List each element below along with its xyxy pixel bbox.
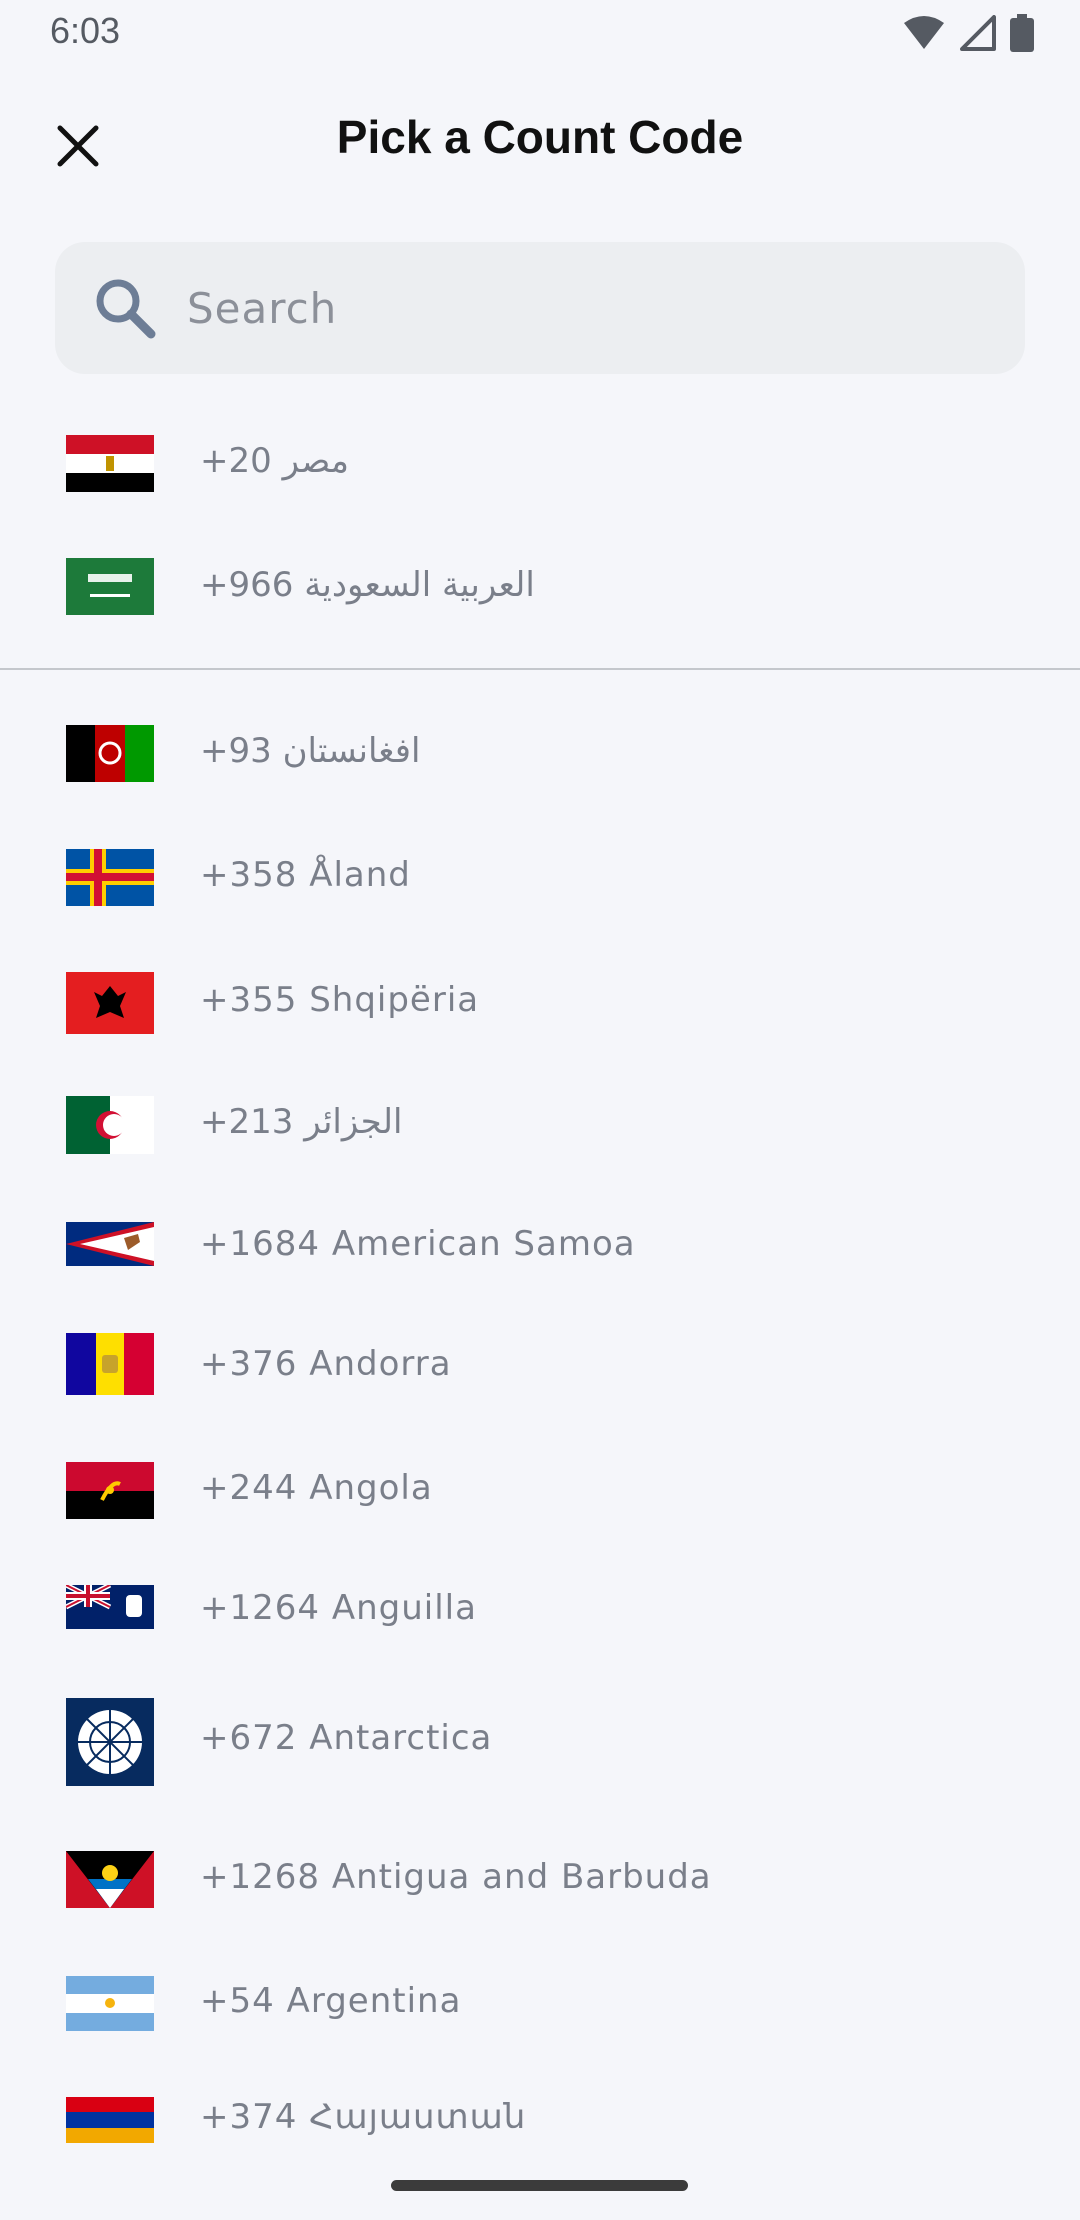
header: Pick a Count Code (0, 96, 1080, 186)
country-label: +376 Andorra (200, 1344, 452, 1384)
country-label: +966 العربية السعودية (200, 565, 535, 605)
angola-flag-icon (66, 1462, 154, 1519)
country-row-angola[interactable]: +244 Angola (0, 1435, 1080, 1545)
antarctica-flag-icon (66, 1698, 154, 1786)
status-icons (902, 14, 1034, 52)
country-row-armenia[interactable]: +374 Հայաստան (0, 2070, 1080, 2180)
search-icon (96, 279, 156, 339)
egypt-flag-icon (66, 435, 154, 492)
search-box[interactable] (55, 242, 1025, 374)
status-bar: 6:03 (0, 0, 1080, 66)
anguilla-flag-icon (66, 1585, 154, 1629)
country-row-american-samoa[interactable]: +1684 American Samoa (0, 1191, 1080, 1301)
armenia-flag-icon (66, 2097, 154, 2143)
country-row-anguilla[interactable]: +1264 Anguilla (0, 1555, 1080, 1665)
status-time: 6:03 (50, 10, 121, 51)
country-label: +374 Հայաստան (200, 2097, 527, 2137)
country-code-picker-screen: 6:03 Pick a Count Code Search +20 مصر +9… (0, 0, 1080, 2220)
antigua-and-barbuda-flag-icon (66, 1851, 154, 1908)
battery-icon (1010, 14, 1034, 52)
country-row-antigua-and-barbuda[interactable]: +1268 Antigua and Barbuda (0, 1824, 1080, 1934)
home-indicator[interactable] (391, 2180, 688, 2191)
country-row-saudi-arabia[interactable]: +966 العربية السعودية (0, 530, 1080, 640)
country-label: +672 Antarctica (200, 1718, 493, 1758)
albania-flag-icon (66, 972, 154, 1034)
country-row-aland[interactable]: +358 Åland (0, 822, 1080, 932)
aland-flag-icon (66, 849, 154, 906)
country-row-argentina[interactable]: +54 Argentina (0, 1948, 1080, 2058)
signal-icon (960, 15, 996, 51)
country-label: +213 الجزائر (200, 1102, 403, 1142)
argentina-flag-icon (66, 1976, 154, 2031)
country-label: +1684 American Samoa (200, 1224, 636, 1264)
algeria-flag-icon (66, 1096, 154, 1154)
country-row-algeria[interactable]: +213 الجزائر (0, 1069, 1080, 1179)
country-label: +358 Åland (200, 855, 411, 895)
saudi-arabia-flag-icon (66, 558, 154, 615)
country-row-andorra[interactable]: +376 Andorra (0, 1311, 1080, 1421)
country-label: +244 Angola (200, 1468, 433, 1508)
country-row-afghanistan[interactable]: +93 افغانستان (0, 698, 1080, 808)
country-label: +20 مصر (200, 441, 350, 481)
divider (0, 668, 1080, 670)
afghanistan-flag-icon (66, 725, 154, 782)
andorra-flag-icon (66, 1333, 154, 1395)
search-input[interactable] (187, 242, 987, 374)
country-row-egypt[interactable]: +20 مصر (0, 408, 1080, 518)
country-label: +355 Shqipëria (200, 980, 480, 1020)
country-label: +93 افغانستان (200, 731, 421, 771)
wifi-icon (902, 15, 946, 51)
country-row-antarctica[interactable]: +672 Antarctica (0, 1686, 1080, 1796)
page-title: Pick a Count Code (336, 111, 744, 163)
country-label: +1268 Antigua and Barbuda (200, 1857, 712, 1897)
country-label: +54 Argentina (200, 1981, 462, 2021)
country-label: +1264 Anguilla (200, 1588, 477, 1628)
country-row-albania[interactable]: +355 Shqipëria (0, 945, 1080, 1055)
american-samoa-flag-icon (66, 1222, 154, 1266)
